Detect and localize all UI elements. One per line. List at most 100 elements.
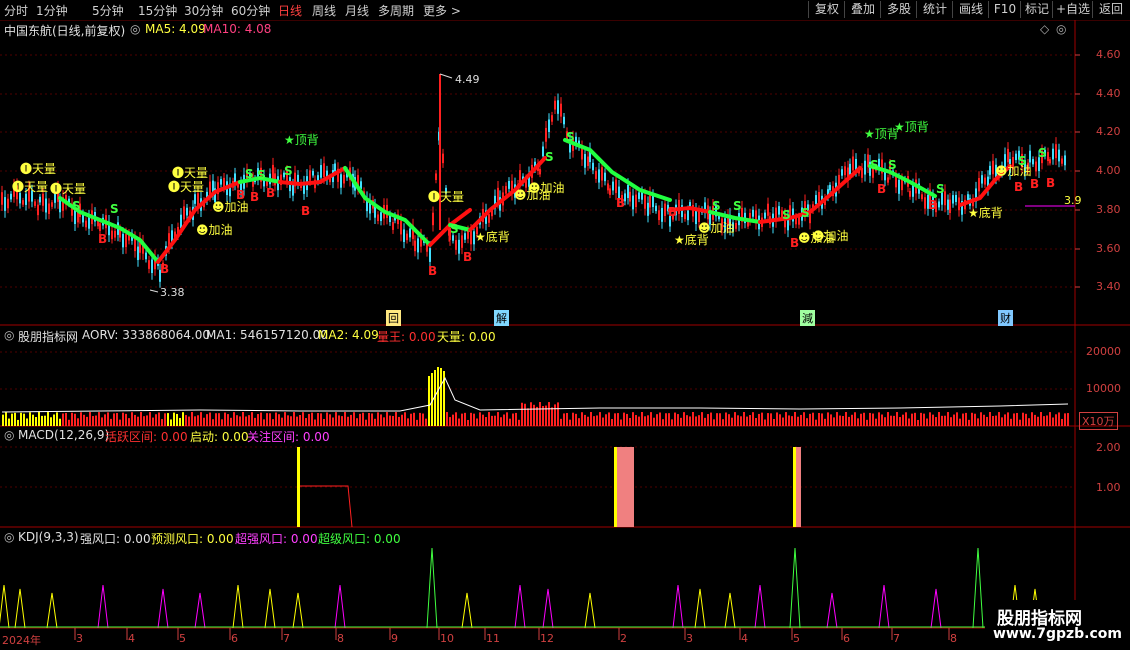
volume-bar xyxy=(1022,412,1024,426)
volume-bar xyxy=(641,412,643,426)
ma10-value: MA10: 4.08 xyxy=(203,22,272,36)
volume-bar xyxy=(137,416,139,426)
volume-bar xyxy=(476,418,478,426)
volume-bar xyxy=(1031,412,1033,426)
volume-bar xyxy=(905,412,907,426)
volume-bar xyxy=(299,415,301,426)
volume-bar xyxy=(698,415,700,426)
candle-body xyxy=(844,166,846,176)
candle-body xyxy=(148,260,150,269)
chart-canvas[interactable] xyxy=(0,0,1130,650)
candle-body xyxy=(992,160,994,175)
sell-marker: S xyxy=(110,202,119,216)
candle-body xyxy=(406,233,408,241)
volume-bar xyxy=(215,413,217,426)
candle-body xyxy=(967,194,969,201)
settings-icon[interactable]: ◎ xyxy=(1056,22,1066,36)
kdj-spike xyxy=(157,588,169,629)
buy-marker: B xyxy=(160,262,170,276)
candle-body xyxy=(609,188,611,195)
volume-bar xyxy=(719,413,721,426)
kdj-spike xyxy=(754,584,766,629)
volume-bar xyxy=(89,412,91,426)
candle-body xyxy=(545,127,547,142)
volume-bar xyxy=(83,414,85,426)
volume-bar xyxy=(755,418,757,426)
buy-marker: B xyxy=(463,250,473,264)
volume-bar xyxy=(569,419,571,426)
collapse-icon[interactable]: ◎ xyxy=(4,328,14,342)
volume-bar xyxy=(260,412,262,426)
candle-body xyxy=(924,197,926,209)
volume-bar xyxy=(674,412,676,426)
collapse-icon[interactable]: ◎ xyxy=(4,428,14,442)
volume-bar xyxy=(347,416,349,426)
buy-marker: B xyxy=(98,232,108,246)
candle-body xyxy=(194,194,196,204)
volume-bar xyxy=(593,416,595,426)
volume-bar xyxy=(170,419,172,426)
volume-bar xyxy=(311,412,313,426)
event-marker[interactable]: 解 xyxy=(494,310,509,326)
volume-bar xyxy=(263,419,265,426)
candle-body xyxy=(601,167,603,181)
volume-bar xyxy=(815,419,817,426)
volume-bar xyxy=(530,402,532,426)
kdj-spike xyxy=(694,588,706,629)
volume-bar xyxy=(419,412,421,426)
candle-body xyxy=(220,179,222,185)
volume-bar xyxy=(878,412,880,426)
volume-bar xyxy=(635,415,637,426)
volume-bar xyxy=(527,408,529,426)
volume-bar xyxy=(365,419,367,426)
volume-bar xyxy=(737,415,739,426)
macd-signal-bar xyxy=(297,447,300,527)
volume-bar xyxy=(890,415,892,426)
chaoji-fengkou-value: 超级风口: 0.00 xyxy=(318,532,401,546)
collapse-icon[interactable]: ◎ xyxy=(4,530,14,544)
kdj-spike xyxy=(292,592,304,629)
volume-bar xyxy=(353,412,355,426)
volume-bar xyxy=(188,416,190,426)
volume-bar xyxy=(626,413,628,426)
volume-bar xyxy=(1037,416,1039,426)
candle-body xyxy=(7,198,9,209)
ma-segment-down xyxy=(563,138,672,202)
volume-bar xyxy=(149,412,151,426)
sell-marker: S xyxy=(712,199,721,213)
volume-bar xyxy=(452,414,454,426)
candle-body xyxy=(829,184,831,191)
candle-body xyxy=(292,184,294,196)
event-marker[interactable]: 減 xyxy=(800,310,815,326)
event-marker[interactable]: 回 xyxy=(386,310,401,326)
watermark-url: www.7gpzb.com xyxy=(993,626,1123,642)
volume-bar xyxy=(998,412,1000,426)
candle-body xyxy=(1047,152,1049,162)
buy-marker: B xyxy=(266,186,276,200)
volume-bar xyxy=(437,367,439,426)
x-label: 10 xyxy=(440,632,454,645)
collapse-icon[interactable]: ◎ xyxy=(130,22,140,36)
diamond-icon[interactable]: ◇ xyxy=(1040,22,1049,36)
volume-bar xyxy=(359,413,361,426)
volume-bar xyxy=(647,415,649,426)
x-label: 7 xyxy=(893,632,900,645)
volume-bar xyxy=(161,419,163,426)
candle-body xyxy=(470,230,472,245)
candle-body xyxy=(1049,159,1051,164)
candle-body xyxy=(22,200,24,205)
volume-bar xyxy=(977,418,979,426)
volume-bar xyxy=(482,414,484,426)
sell-marker: S xyxy=(1038,146,1047,160)
kdj-spike xyxy=(514,584,526,629)
volume-bar xyxy=(590,412,592,426)
candle-body xyxy=(1058,149,1060,162)
volume-bar xyxy=(338,415,340,426)
candle-body xyxy=(400,220,402,235)
event-marker[interactable]: 财 xyxy=(998,310,1013,326)
volume-bar xyxy=(1052,417,1054,426)
volume-bar xyxy=(980,412,982,426)
volume-bar xyxy=(140,412,142,426)
volume-bar xyxy=(5,412,7,426)
volume-bar xyxy=(392,415,394,426)
